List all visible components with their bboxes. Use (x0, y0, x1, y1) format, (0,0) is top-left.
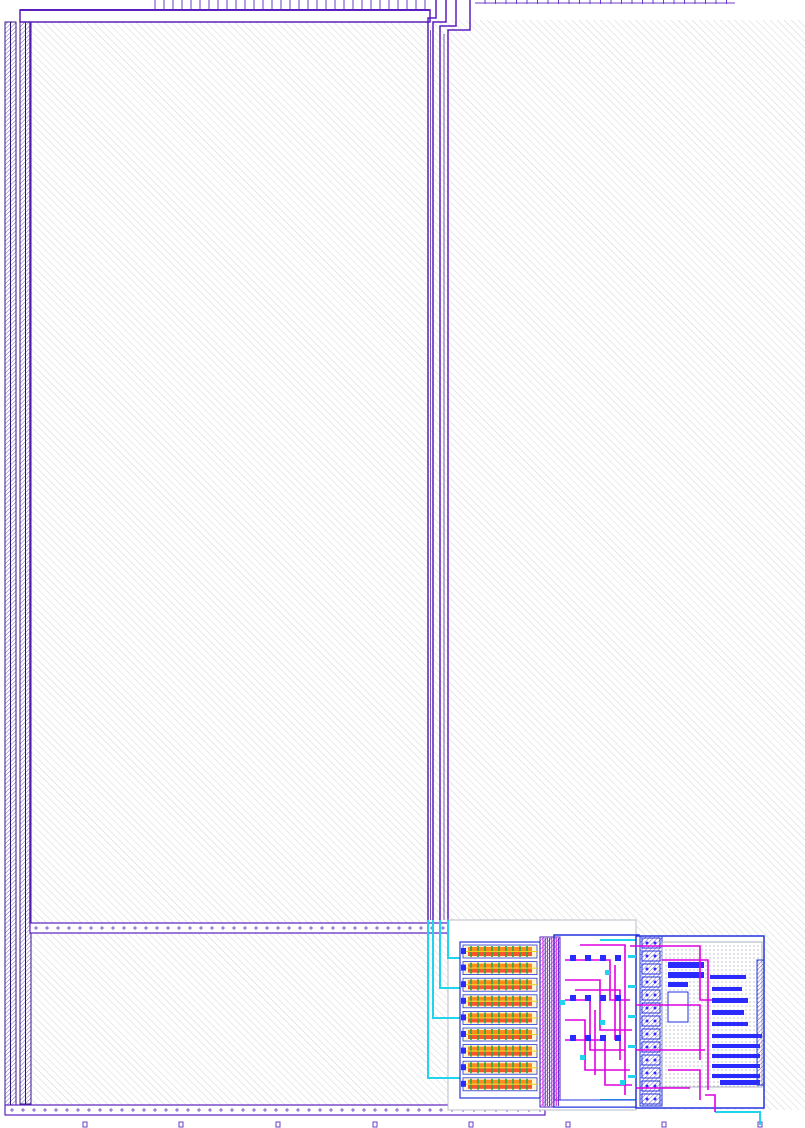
via (585, 955, 591, 961)
metal-strip (712, 1044, 760, 1048)
row-contact (461, 1031, 466, 1037)
via (560, 1000, 565, 1005)
via (615, 995, 621, 1001)
right-edge-rail (756, 959, 765, 1086)
contact (645, 980, 649, 984)
contact (653, 954, 657, 958)
via (585, 995, 591, 1001)
contact (653, 1019, 657, 1023)
via (600, 955, 606, 961)
via (615, 955, 621, 961)
via (600, 1035, 606, 1041)
via (600, 995, 606, 1001)
contact (653, 1006, 657, 1010)
metal-strip (712, 1074, 760, 1078)
row-contact (461, 1064, 466, 1071)
cell-box (667, 991, 689, 1023)
contact (645, 1019, 649, 1023)
contact (645, 1084, 649, 1088)
metal-strip (668, 972, 704, 978)
ic-layout-canvas[interactable] (0, 0, 805, 1128)
row-contact (461, 948, 466, 954)
cyan-stub (628, 955, 636, 958)
via (570, 955, 576, 961)
row-contact (461, 997, 466, 1004)
via (570, 995, 576, 1001)
contact (653, 941, 657, 945)
contact (645, 941, 649, 945)
contact (653, 1084, 657, 1088)
metal-strip (712, 1054, 760, 1058)
row-contact (461, 1047, 466, 1054)
contact (653, 1071, 657, 1075)
contact (653, 1045, 657, 1049)
metal-strip (710, 975, 746, 979)
contact (645, 1045, 649, 1049)
via (600, 1020, 605, 1025)
row-contact (461, 1080, 466, 1087)
contact (645, 993, 649, 997)
contact (645, 1058, 649, 1062)
cyan-stub (628, 1045, 636, 1048)
contact (653, 1097, 657, 1101)
via (580, 1055, 585, 1060)
cyan-stub (628, 1075, 636, 1078)
row-contact (461, 964, 466, 971)
via (620, 1080, 625, 1085)
contact (645, 954, 649, 958)
metal-strip (712, 1022, 748, 1026)
metal-strip (720, 1080, 760, 1085)
contact (645, 1006, 649, 1010)
transistor-array[interactable] (459, 941, 541, 1099)
cyan-stub (628, 1015, 636, 1018)
via (605, 970, 610, 975)
contact (645, 1032, 649, 1036)
contact (645, 967, 649, 971)
metal-strip (712, 1034, 762, 1038)
via (615, 1035, 621, 1041)
contact (653, 1032, 657, 1036)
cyan-stub (628, 985, 636, 988)
metal-strip (712, 987, 742, 991)
via (570, 1035, 576, 1041)
contact (653, 980, 657, 984)
metal-strip (712, 998, 748, 1003)
right-logic-block[interactable] (628, 935, 765, 1112)
metal-strip (712, 1064, 760, 1068)
contact (645, 1097, 649, 1101)
metal-strip (668, 982, 688, 987)
metal-strip (668, 962, 704, 968)
via (585, 1035, 591, 1041)
contact (653, 967, 657, 971)
contact (653, 993, 657, 997)
row-contact (461, 981, 466, 988)
row-contact (461, 1014, 466, 1021)
metal-strip (712, 1010, 744, 1015)
contact (645, 1071, 649, 1075)
contact (653, 1058, 657, 1062)
